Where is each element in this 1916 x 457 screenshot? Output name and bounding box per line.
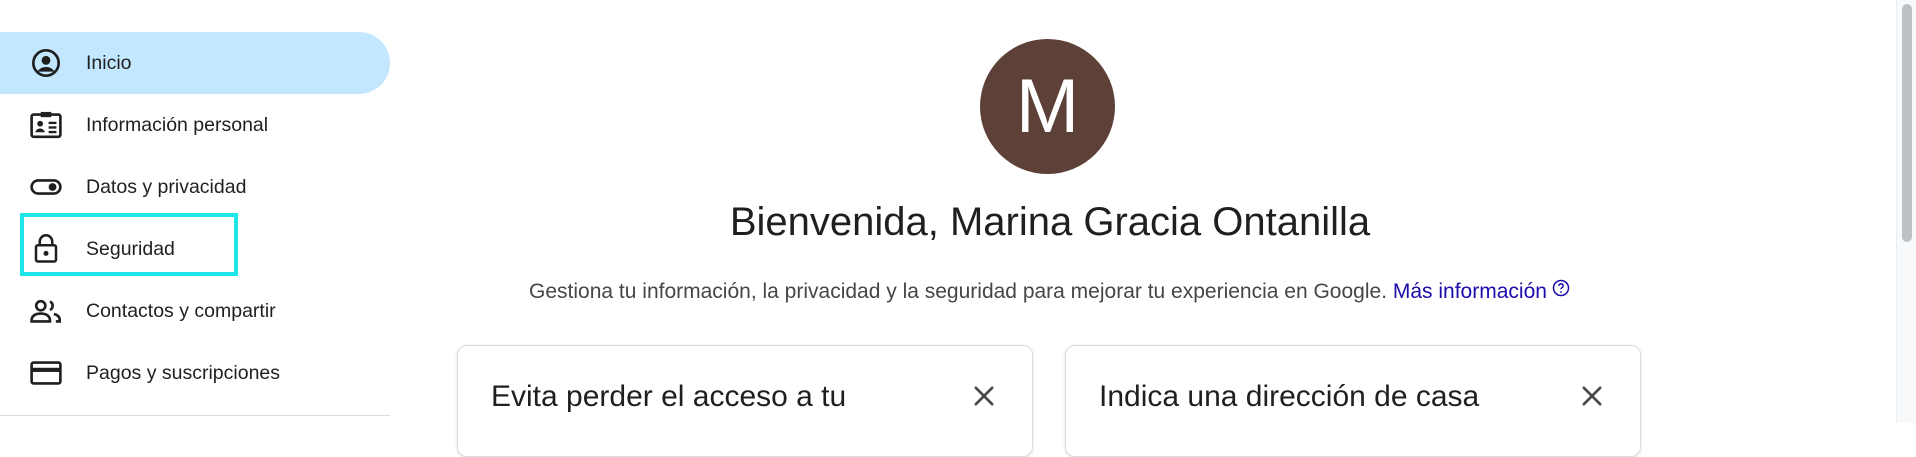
more-info-link[interactable]: Más información [1392, 278, 1571, 304]
sidebar-item-label: Pagos y suscripciones [86, 361, 281, 384]
sidebar-item-label: Seguridad [86, 237, 175, 260]
sidebar-divider [0, 415, 390, 416]
vertical-scrollbar[interactable] [1896, 0, 1916, 423]
more-info-link-text: Más información [1392, 280, 1547, 303]
close-icon[interactable] [970, 382, 998, 410]
lock-icon [28, 231, 64, 267]
sidebar-nav: Inicio Información personal Datos y priv… [0, 0, 390, 423]
help-circle-icon [1551, 278, 1571, 304]
toggle-icon [28, 169, 64, 205]
welcome-heading: Bienvenida, Marina Gracia Ontanilla [729, 200, 1371, 244]
recovery-card[interactable]: Evita perder el acceso a tu [457, 345, 1033, 457]
sidebar-item-label: Datos y privacidad [86, 175, 247, 198]
close-icon[interactable] [1578, 382, 1606, 410]
sidebar-item-pagos[interactable]: Pagos y suscripciones [0, 342, 390, 404]
people-icon [28, 293, 64, 329]
scrollbar-thumb[interactable] [1902, 4, 1912, 242]
id-card-icon [28, 107, 64, 143]
sidebar-item-contactos[interactable]: Contactos y compartir [0, 280, 390, 342]
card-title: Evita perder el acceso a tu [491, 380, 847, 413]
sidebar-item-datos-privacidad[interactable]: Datos y privacidad [0, 156, 390, 218]
credit-card-icon [28, 355, 64, 391]
sidebar-item-seguridad[interactable]: Seguridad [0, 218, 390, 280]
sidebar-item-label: Información personal [86, 113, 269, 136]
home-address-card[interactable]: Indica una dirección de casa [1065, 345, 1641, 457]
subtitle-text: Gestiona tu información, la privacidad y… [529, 280, 1388, 303]
account-circle-icon [28, 45, 64, 81]
avatar[interactable]: M [980, 39, 1115, 174]
sidebar-item-inicio[interactable]: Inicio [0, 32, 390, 94]
sidebar-item-label: Inicio [86, 51, 132, 74]
avatar-initial: M [1015, 64, 1080, 149]
sidebar-item-informacion-personal[interactable]: Información personal [0, 94, 390, 156]
sidebar-item-label: Contactos y compartir [86, 299, 276, 322]
card-title: Indica una dirección de casa [1099, 380, 1480, 413]
subtitle-line: Gestiona tu información, la privacidad y… [400, 278, 1700, 304]
